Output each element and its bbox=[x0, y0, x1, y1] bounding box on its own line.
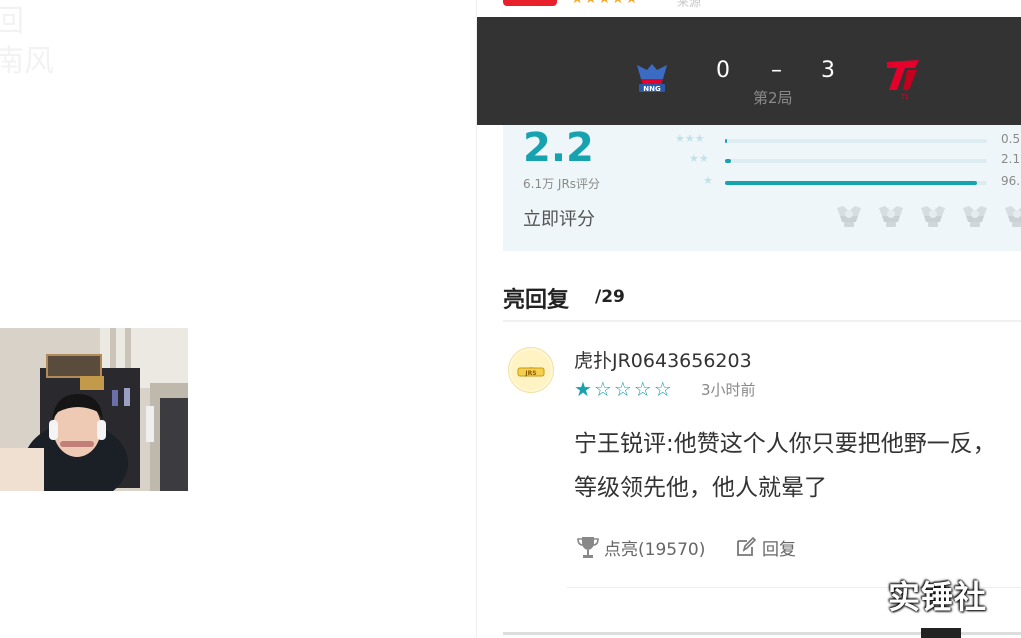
distribution-percent: 2.1 bbox=[1001, 152, 1021, 166]
streamer-webcam bbox=[0, 328, 188, 491]
team-right-name: T1 bbox=[900, 94, 909, 101]
distribution-stars: ★ bbox=[703, 174, 713, 187]
reply-time: 3小时前 bbox=[701, 381, 756, 399]
game-number-label: 第2局 bbox=[753, 89, 793, 107]
distribution-stars: ★★ bbox=[689, 152, 709, 165]
score-right: 3 bbox=[821, 58, 835, 83]
distribution-bar-track bbox=[725, 181, 987, 185]
red-tag bbox=[503, 0, 557, 6]
distribution-percent: 96. bbox=[1001, 174, 1021, 188]
watermark-text: 实锤社 bbox=[888, 578, 988, 616]
distribution-bar-fill bbox=[725, 159, 731, 163]
reply-username[interactable]: 虎扑JR0643656203 bbox=[574, 346, 752, 373]
like-button[interactable]: 点亮(19570) bbox=[577, 534, 705, 560]
reply-content-line: 等级领先他，他人就晕了 bbox=[574, 475, 827, 501]
highlight-replies-count: /29 bbox=[595, 287, 625, 307]
score-left: 0 bbox=[716, 58, 730, 83]
trophy-rating-icon[interactable] bbox=[877, 202, 905, 230]
distribution-percent: 0.5 bbox=[1001, 132, 1021, 146]
top-stars: ★★★★★ bbox=[571, 0, 639, 7]
app-pane: ★★★★★ 来源 NNG 0 – 3 第2局 T1 2.2 6.1万 JRs评分 bbox=[477, 0, 1021, 638]
svg-text:JRS: JRS bbox=[524, 370, 536, 377]
distribution-stars: ★★★ bbox=[675, 132, 705, 145]
distribution-bar-track bbox=[725, 139, 987, 143]
team-left-name: NNG bbox=[643, 85, 661, 93]
team-left-logo-icon: NNG bbox=[633, 61, 671, 99]
trophy-rating-icon[interactable] bbox=[961, 202, 989, 230]
reply-content: 宁王锐评:他赞这个人你只要把他野一反， 等级领先他，他人就晕了 bbox=[574, 422, 1021, 510]
rating-panel: 2.2 6.1万 JRs评分 立即评分 ★★★ 0.5 ★★ 2.1 ★ 96. bbox=[503, 125, 1021, 251]
trophy-like-icon bbox=[577, 537, 599, 558]
rate-now-button[interactable]: 立即评分 bbox=[523, 205, 595, 231]
section-divider bbox=[503, 320, 1021, 322]
webcam-image bbox=[0, 328, 188, 491]
team-right-logo-icon: T1 bbox=[883, 56, 923, 106]
reply-button[interactable]: 回复 bbox=[735, 534, 796, 560]
top-header-strip: ★★★★★ 来源 bbox=[477, 0, 1021, 17]
bottom-dark-block bbox=[921, 628, 961, 638]
trophy-rating-icon[interactable] bbox=[835, 202, 863, 230]
trophy-rating-icon[interactable] bbox=[919, 202, 947, 230]
top-faded-text: 来源 bbox=[677, 0, 702, 9]
distribution-bar-fill bbox=[725, 181, 977, 185]
stream-canvas: 回 南风 bbox=[0, 0, 477, 638]
reply-star-rating: ★☆☆☆☆ bbox=[574, 377, 674, 401]
highlight-replies-title: 亮回复 bbox=[503, 288, 570, 313]
match-scoreboard[interactable]: NNG 0 – 3 第2局 T1 bbox=[477, 17, 1021, 125]
reply-label: 回复 bbox=[762, 539, 796, 560]
rater-count: 6.1万 JRs评分 bbox=[523, 177, 601, 191]
average-score: 2.2 bbox=[523, 125, 594, 171]
reply-content-line: 宁王锐评:他赞这个人你只要把他野一反， bbox=[574, 431, 996, 457]
like-label: 点亮(19570) bbox=[604, 539, 706, 560]
faded-overlay-text: 回 南风 bbox=[0, 4, 54, 79]
user-avatar[interactable]: JRS bbox=[508, 347, 554, 393]
distribution-bar-track bbox=[725, 159, 987, 163]
score-separator: – bbox=[771, 58, 782, 83]
edit-reply-icon bbox=[737, 536, 757, 556]
trophy-rating-icon[interactable] bbox=[1003, 202, 1021, 230]
distribution-bar-fill bbox=[725, 139, 727, 143]
